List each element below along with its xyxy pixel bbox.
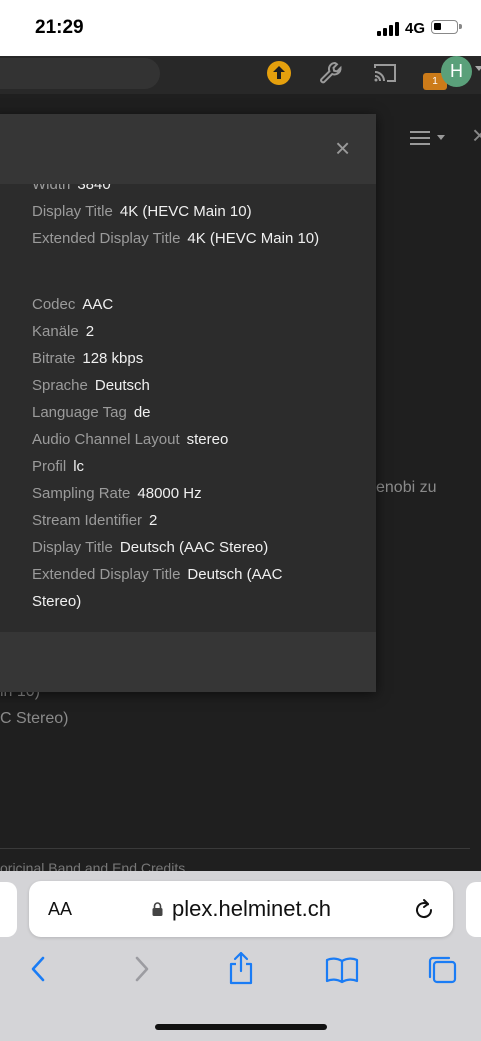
lock-icon: [152, 902, 163, 916]
info-row: Display Title Deutsch (AAC Stereo): [32, 539, 269, 556]
modal-footer: [0, 632, 376, 692]
battery-icon: [431, 20, 462, 34]
info-row: Language Tag de: [32, 404, 151, 421]
wrench-icon[interactable]: [318, 60, 344, 86]
home-indicator: [155, 1024, 327, 1030]
media-info-modal: × Width 3840 Display Title 4K (HEVC Main 1…: [0, 114, 376, 692]
info-row: Width 3840: [32, 184, 111, 193]
background-text: enobi zu: [376, 479, 437, 496]
info-row: Codec AAC: [32, 296, 114, 313]
search-input[interactable]: [0, 58, 160, 89]
text-size-button[interactable]: AA: [48, 899, 72, 920]
background-text: C Stereo): [0, 710, 69, 727]
share-icon[interactable]: [227, 950, 255, 991]
close-icon[interactable]: ×: [335, 135, 350, 161]
avatar[interactable]: H: [441, 56, 472, 87]
info-row: Bitrate 128 kbps: [32, 350, 144, 367]
divider: [0, 848, 470, 849]
info-row: Sprache Deutsch: [32, 377, 150, 394]
signal-icon: [377, 22, 399, 36]
info-row: Sampling Rate 48000 Hz: [32, 485, 202, 502]
status-time: 21:29: [35, 17, 84, 38]
previous-tab[interactable]: [0, 882, 17, 937]
next-tab[interactable]: [466, 882, 481, 937]
info-row: Extended Display Title Deutsch (AAC Stere…: [32, 566, 283, 610]
modal-body[interactable]: Width 3840 Display Title 4K (HEVC Main 10)…: [0, 184, 376, 632]
chevron-down-icon[interactable]: [437, 135, 445, 140]
info-row: Stream Identifier 2: [32, 512, 158, 529]
list-menu-icon[interactable]: [410, 130, 430, 146]
close-icon[interactable]: ×: [472, 122, 481, 148]
chevron-down-icon[interactable]: [475, 66, 481, 71]
back-icon[interactable]: [28, 955, 48, 988]
info-row: Display Title 4K (HEVC Main 10): [32, 203, 252, 220]
info-row: Kanäle 2: [32, 323, 95, 340]
reload-icon[interactable]: [412, 897, 436, 921]
info-row: Profil lc: [32, 458, 85, 475]
tabs-icon[interactable]: [426, 955, 458, 990]
forward-icon[interactable]: [132, 955, 152, 988]
bookmarks-icon[interactable]: [325, 956, 359, 989]
info-row: Extended Display Title 4K (HEVC Main 10): [32, 230, 320, 247]
url-text[interactable]: plex.helminet.ch: [172, 896, 331, 922]
cast-icon[interactable]: [372, 62, 398, 84]
modal-header: ×: [0, 114, 376, 184]
info-row: Audio Channel Layout stereo: [32, 431, 229, 448]
network-type: 4G: [405, 20, 426, 37]
upload-icon[interactable]: [267, 61, 291, 85]
